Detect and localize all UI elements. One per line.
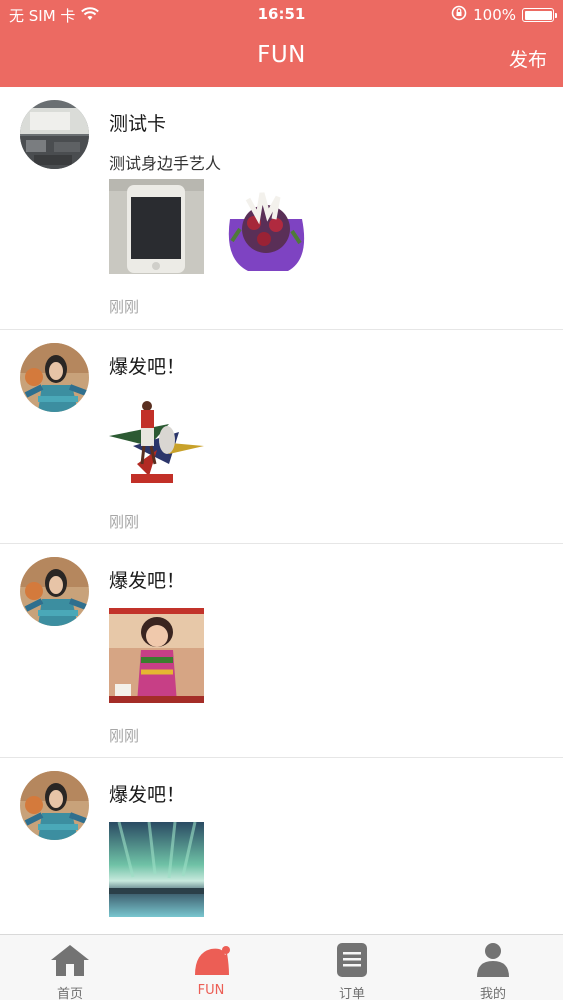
status-right: 100% [451,5,557,25]
avatar[interactable] [20,100,89,169]
post-photos [109,394,204,489]
home-icon [50,941,90,979]
status-bar: 无 SIM 卡 16:51 100% [0,0,563,30]
rotation-lock-icon [451,5,467,25]
top-bar: 无 SIM 卡 16:51 100% FUN 发布 [0,0,563,87]
tab-label: 首页 [56,987,83,1000]
post-photos [109,608,204,703]
tab-label: 我的 [479,987,506,1000]
post-photo[interactable] [218,179,313,274]
battery-icon [522,8,557,22]
post-photo[interactable] [109,179,204,274]
tab-bar: 首页 FUN 订单 我的 [0,934,563,1000]
list-item[interactable]: 测试卡 测试身边手艺人 刚刚 [0,87,563,330]
avatar[interactable] [20,771,89,840]
tab-mine[interactable]: 我的 [423,935,563,1000]
santa-hat-icon [191,941,231,979]
list-item[interactable]: 爆发吧！ 刚刚 [0,330,563,544]
user-icon [473,941,513,979]
post-photo[interactable] [109,608,204,703]
tab-orders[interactable]: 订单 [282,935,422,1000]
post-time: 刚刚 [109,727,140,745]
avatar[interactable] [20,557,89,626]
publish-button[interactable]: 发布 [509,45,547,72]
tab-fun[interactable]: FUN [141,935,281,1000]
post-username[interactable]: 爆发吧！ [109,780,185,807]
post-username[interactable]: 爆发吧！ [109,566,185,593]
post-photos [109,179,313,274]
tab-home[interactable]: 首页 [0,935,140,1000]
post-time: 刚刚 [109,298,140,316]
post-photo[interactable] [109,394,204,489]
order-icon [332,941,372,979]
feed-list[interactable]: 测试卡 测试身边手艺人 刚刚 爆发吧！ 刚刚 爆发吧！ 刚刚 爆发吧！ [0,87,563,934]
list-item[interactable]: 爆发吧！ 刚刚 [0,544,563,758]
post-photos [109,822,204,917]
tab-label: FUN [197,983,225,998]
avatar[interactable] [20,343,89,412]
post-username[interactable]: 测试卡 [109,109,166,136]
post-time: 刚刚 [109,513,140,531]
battery-percent: 100% [473,6,516,24]
post-text: 测试身边手艺人 [109,154,222,173]
post-photo[interactable] [109,822,204,917]
page-title: FUN [257,42,306,68]
post-username[interactable]: 爆发吧！ [109,352,185,379]
tab-label: 订单 [338,987,365,1000]
list-item[interactable]: 爆发吧！ [0,758,563,934]
